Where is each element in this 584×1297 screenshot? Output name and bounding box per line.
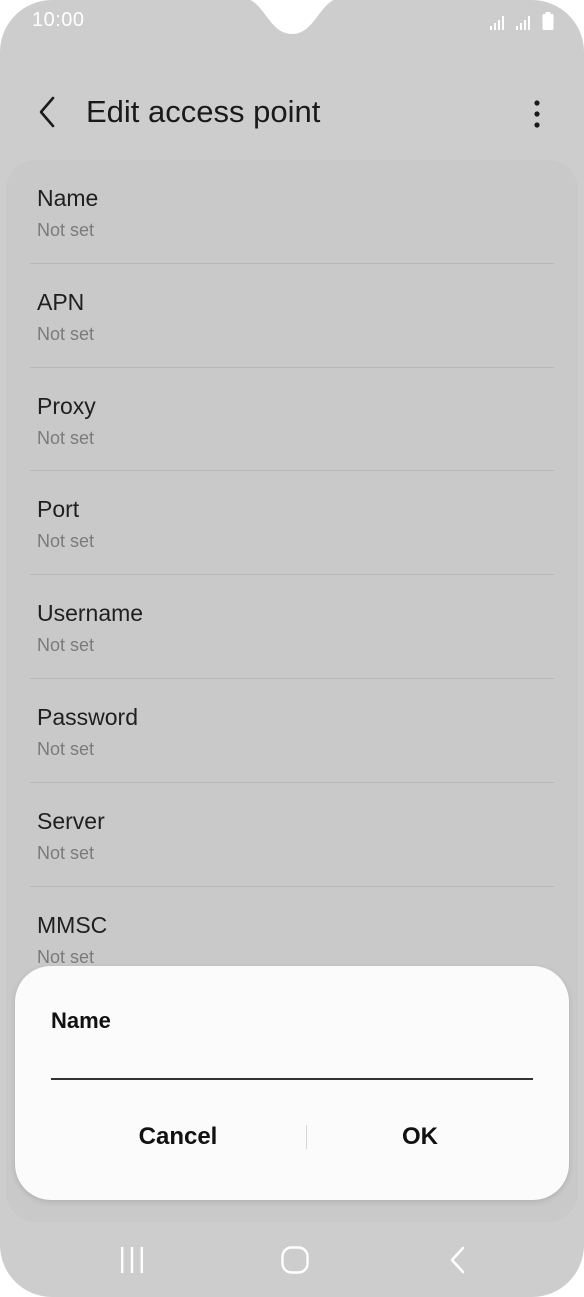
list-item-value: Not set xyxy=(37,946,95,967)
home-icon xyxy=(281,1246,309,1274)
list-item-port[interactable]: Port Not set xyxy=(6,471,578,576)
back-icon xyxy=(450,1246,465,1274)
ok-button[interactable]: OK xyxy=(310,1112,530,1162)
list-item-title: APN xyxy=(37,288,85,315)
nav-back-button[interactable] xyxy=(428,1240,488,1280)
recents-icon xyxy=(121,1247,143,1273)
list-item-value: Not set xyxy=(37,531,95,552)
list-item-value: Not set xyxy=(37,635,95,656)
more-options-button[interactable] xyxy=(522,92,552,136)
list-item-value: Not set xyxy=(37,842,95,863)
list-item-title: Proxy xyxy=(37,392,96,419)
chevron-left-icon xyxy=(39,96,55,128)
list-item-value: Not set xyxy=(37,427,95,448)
list-item-title: MMSC xyxy=(37,911,108,938)
status-time: 10:00 xyxy=(32,9,85,31)
button-separator xyxy=(306,1125,307,1149)
list-item-title: Password xyxy=(37,703,138,730)
list-item-title: Username xyxy=(37,600,144,627)
list-item-password[interactable]: Password Not set xyxy=(6,679,578,783)
list-item-username[interactable]: Username Not set xyxy=(6,575,578,679)
settings-list: Name Not set APN Not set Proxy Not set P… xyxy=(6,160,578,990)
list-item-title: Server xyxy=(37,807,105,834)
app-bar: Edit access point xyxy=(0,72,584,156)
list-item-server[interactable]: Server Not set xyxy=(6,783,578,887)
phone-screen: 10:00 Edit access point Name Not set APN… xyxy=(0,0,584,1297)
name-input[interactable] xyxy=(51,1042,533,1080)
list-item-title: Port xyxy=(37,496,80,523)
recents-button[interactable] xyxy=(102,1240,162,1280)
signal-icon-secondary xyxy=(516,16,530,30)
dialog-title: Name xyxy=(51,1008,111,1033)
camera-notch xyxy=(250,0,334,34)
name-dialog: Name Cancel OK xyxy=(15,966,569,1200)
battery-icon xyxy=(542,12,554,30)
more-vert-icon xyxy=(534,100,540,128)
navigation-bar xyxy=(0,1222,584,1297)
status-icons xyxy=(490,10,554,30)
list-item-value: Not set xyxy=(37,323,95,344)
list-item-value: Not set xyxy=(37,220,95,240)
list-item-name[interactable]: Name Not set xyxy=(6,160,578,264)
status-bar: 10:00 xyxy=(0,0,584,40)
signal-icon xyxy=(490,16,504,30)
home-button[interactable] xyxy=(265,1240,325,1280)
page-title: Edit access point xyxy=(86,94,321,129)
list-item-value: Not set xyxy=(37,738,95,759)
list-item-proxy[interactable]: Proxy Not set xyxy=(6,368,578,472)
list-item-apn[interactable]: APN Not set xyxy=(6,264,578,368)
cancel-button[interactable]: Cancel xyxy=(68,1112,288,1162)
list-item-title: Name xyxy=(37,185,99,211)
back-button[interactable] xyxy=(28,90,68,134)
dialog-actions: Cancel OK xyxy=(15,1112,569,1162)
